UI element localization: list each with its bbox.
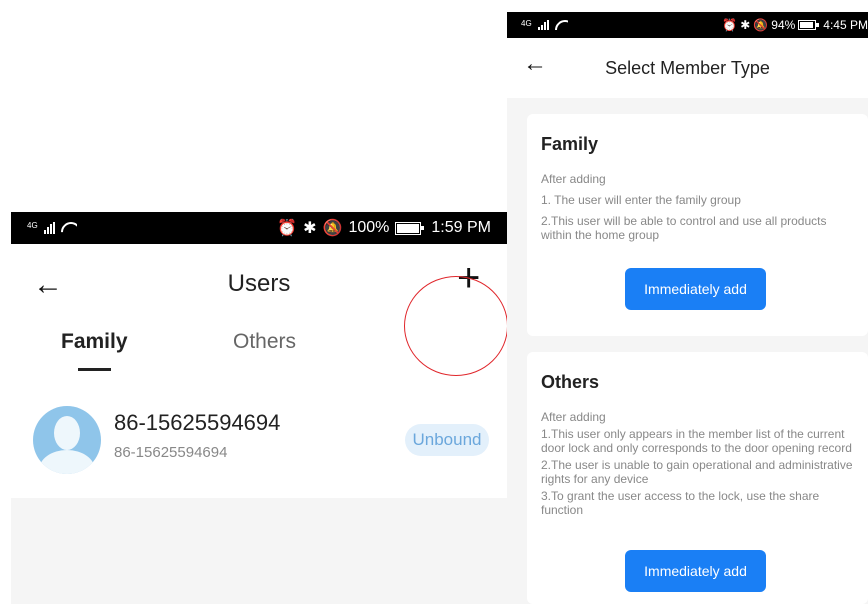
- network-type: 4G: [27, 221, 38, 230]
- alarm-icon: ⏰: [277, 220, 298, 237]
- tab-others[interactable]: Others: [233, 330, 296, 354]
- battery-percent: 100%: [348, 219, 390, 236]
- tab-bar: Family Others: [11, 328, 507, 384]
- card-title: Others: [541, 372, 600, 392]
- signal-icon: [43, 222, 55, 234]
- avatar-head-icon: [54, 416, 80, 450]
- battery-percent: 94%: [771, 18, 796, 32]
- card-description: After adding 1.This user only appears in…: [541, 410, 854, 520]
- select-member-type-screen: 4G ⏰ ✱ 🔕 94% 4:45 PM ← Select Member Typ…: [507, 12, 868, 604]
- bluetooth-icon: ✱: [303, 220, 317, 237]
- family-member-card: Family After adding 1. The user will ent…: [527, 114, 868, 336]
- app-bar: ← Select Member Type: [507, 38, 868, 98]
- description-line: After adding: [541, 410, 606, 424]
- page-title: Select Member Type: [605, 58, 770, 78]
- app-bar: ← Users +: [11, 244, 507, 376]
- users-screen: 4G ⏰ ✱ 🔕 100% 1:59 PM ← Users + Family O…: [11, 212, 507, 604]
- avatar: [33, 406, 101, 474]
- battery-icon: [395, 221, 425, 235]
- wifi-icon: [61, 222, 77, 234]
- status-bar: 4G ⏰ ✱ 🔕 100% 1:59 PM: [11, 212, 507, 244]
- clock: 1:59 PM: [431, 219, 491, 236]
- empty-area: [11, 498, 507, 604]
- screenshot-composite: 4G ⏰ ✱ 🔕 100% 1:59 PM ← Users + Family O…: [0, 0, 868, 604]
- mute-icon: 🔕: [753, 18, 769, 32]
- tab-family[interactable]: Family: [61, 330, 128, 354]
- status-bar: 4G ⏰ ✱ 🔕 94% 4:45 PM: [507, 12, 868, 38]
- mute-icon: 🔕: [322, 220, 343, 237]
- bluetooth-icon: ✱: [740, 18, 751, 32]
- description-line: 3.To grant the user access to the lock, …: [541, 489, 820, 517]
- description-line: 2.This user will be able to control and …: [541, 214, 827, 242]
- wifi-icon: [555, 20, 568, 30]
- card-description: After adding 1. The user will enter the …: [541, 172, 854, 249]
- description-line: After adding: [541, 172, 606, 186]
- add-family-button[interactable]: Immediately add: [625, 268, 766, 310]
- description-line: 2.The user is unable to gain operational…: [541, 458, 853, 486]
- user-phone: 86-15625594694: [114, 444, 228, 461]
- alarm-icon: ⏰: [722, 18, 738, 32]
- network-type: 4G: [521, 19, 532, 28]
- description-line: 1.This user only appears in the member l…: [541, 427, 852, 455]
- avatar-body-icon: [39, 450, 95, 474]
- status-badge: Unbound: [405, 424, 489, 456]
- active-tab-indicator: [78, 368, 111, 371]
- others-member-card: Others After adding 1.This user only app…: [527, 352, 868, 604]
- clock: 4:45 PM: [823, 18, 868, 32]
- description-line: 1. The user will enter the family group: [541, 193, 741, 207]
- add-others-button[interactable]: Immediately add: [625, 550, 766, 592]
- card-title: Family: [541, 134, 599, 154]
- user-name: 86-15625594694: [114, 410, 281, 435]
- signal-icon: [537, 20, 549, 30]
- battery-icon: [798, 20, 820, 30]
